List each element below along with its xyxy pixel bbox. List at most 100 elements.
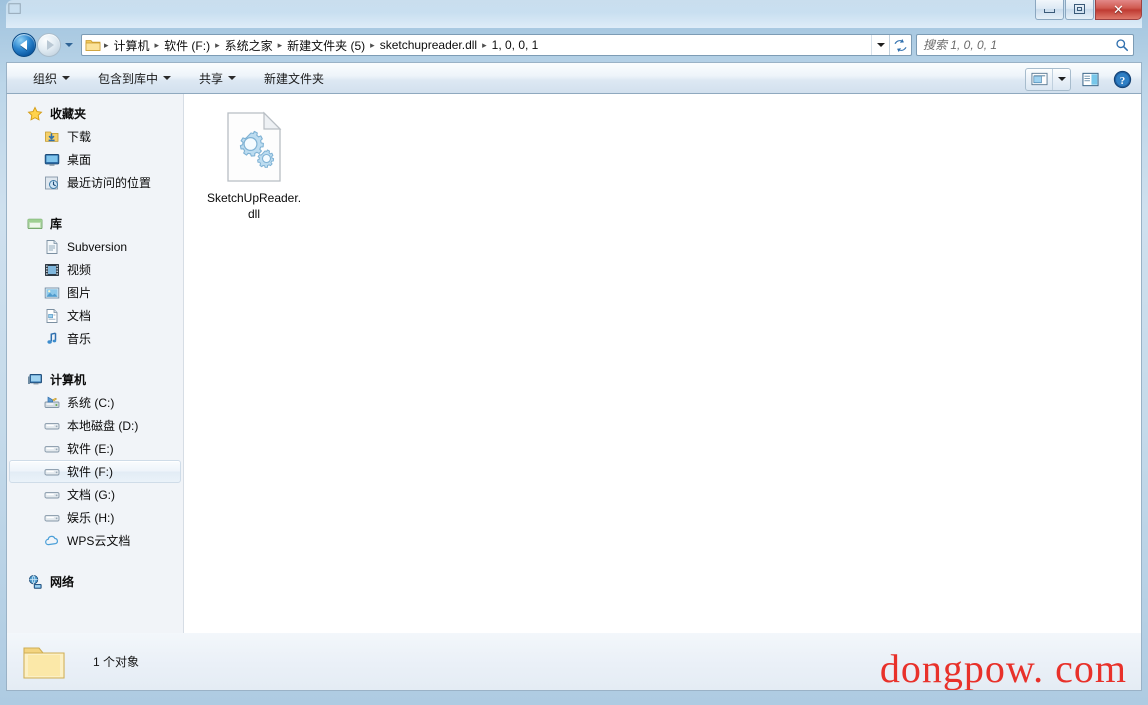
nav-group-computer: 计算机 系统 (C:) 本地磁盘 (D:) 软件 (E:) 软件 (F:) 文档… [7,368,183,552]
nav-group-network: 网络 [7,570,183,593]
share-with-label: 共享 [199,71,224,86]
sidebar-header-favorites[interactable]: 收藏夹 [7,102,183,125]
sidebar-item-label: 音乐 [67,332,92,346]
forward-arrow-icon [46,40,54,50]
include-in-library-label: 包含到库中 [98,71,159,86]
view-dropdown-button[interactable] [1052,68,1070,90]
search-input[interactable] [923,38,1115,52]
minimize-button[interactable] [1035,0,1064,20]
organize-label: 组织 [33,71,58,86]
sidebar-item-pictures[interactable]: 图片 [9,281,181,304]
sidebar-item-drive-f[interactable]: 软件 (F:) [9,460,181,483]
explorer-body: 收藏夹 下载 桌面 最近访问的位置 库 Subversion 视频 图片 文档 … [6,94,1142,633]
dll-file-icon [227,111,282,182]
sidebar-item-videos[interactable]: 视频 [9,258,181,281]
chevron-down-icon [1057,77,1066,81]
preview-pane-icon [1081,72,1099,86]
sidebar-header-libraries[interactable]: 库 [7,212,183,235]
sidebar-item-desktop[interactable]: 桌面 [9,148,181,171]
back-button[interactable] [12,33,36,57]
file-item[interactable]: SketchUpReader.dll [200,108,308,222]
breadcrumb-item-computer[interactable]: 计算机 [111,35,153,55]
sidebar-item-label: 本地磁盘 (D:) [67,419,139,433]
close-button[interactable]: ✕ [1095,0,1142,20]
close-icon: ✕ [1113,1,1124,17]
sidebar-header-network[interactable]: 网络 [7,570,183,593]
sidebar-item-label: 桌面 [67,153,92,167]
preview-pane-button[interactable] [1077,68,1103,91]
organize-button[interactable]: 组织 [25,66,78,91]
sidebar-item-wps-cloud[interactable]: WPS云文档 [9,529,181,552]
sidebar-item-label: 系统 (C:) [67,396,115,410]
search-icon[interactable] [1115,38,1129,52]
window-controls: ✕ [1034,0,1142,20]
breadcrumb-item-sketchupreader[interactable]: sketchupreader.dll [377,36,480,54]
file-name-label: SketchUpReader.dll [206,191,302,221]
back-arrow-icon [19,40,27,50]
new-folder-button[interactable]: 新建文件夹 [256,66,332,91]
share-with-button[interactable]: 共享 [191,66,244,91]
sidebar-item-music[interactable]: 音乐 [9,327,181,350]
music-library-icon [47,331,57,344]
sidebar-header-label: 计算机 [50,373,87,387]
sidebar-item-drive-h[interactable]: 娱乐 (H:) [9,506,181,529]
chevron-down-icon [163,76,172,80]
forward-button[interactable] [37,33,61,57]
sidebar-item-label: 娱乐 (H:) [67,511,115,525]
breadcrumb-separator: ▸ [482,39,487,50]
breadcrumb-item-newfolder5[interactable]: 新建文件夹 (5) [284,35,368,55]
sidebar-item-recent-places[interactable]: 最近访问的位置 [9,171,181,194]
restore-button[interactable] [1065,0,1094,20]
svg-text:?: ? [1119,74,1124,86]
sidebar-item-label: 软件 (F:) [67,465,113,479]
sidebar-header-label: 网络 [50,575,75,589]
folder-icon [85,40,101,51]
address-bar[interactable]: ▸ 计算机 ▸ 软件 (F:) ▸ 系统之家 ▸ 新建文件夹 (5) ▸ ske… [81,34,912,56]
help-button[interactable]: ? [1109,68,1135,91]
include-in-library-button[interactable]: 包含到库中 [90,66,179,91]
navigation-pane[interactable]: 收藏夹 下载 桌面 最近访问的位置 库 Subversion 视频 图片 文档 … [7,94,184,633]
window-system-icon[interactable] [8,2,22,16]
breadcrumb-item-xitongzhijia[interactable]: 系统之家 [222,35,276,55]
folder-icon [23,646,65,679]
sidebar-item-label: 文档 (G:) [67,488,115,502]
sidebar-item-label: 图片 [67,286,92,300]
status-bar: 1 个对象 dongpow. com [6,633,1142,691]
breadcrumb-item-drive-f[interactable]: 软件 (F:) [161,35,213,55]
download-folder-icon [45,131,59,142]
sidebar-item-drive-e[interactable]: 软件 (E:) [9,437,181,460]
command-bar-right: ? [1025,63,1135,95]
navigation-bar: ▸ 计算机 ▸ 软件 (F:) ▸ 系统之家 ▸ 新建文件夹 (5) ▸ ske… [6,28,1142,62]
breadcrumb-separator: ▸ [370,39,375,50]
refresh-button[interactable] [889,35,911,55]
chevron-down-icon [876,43,885,47]
address-dropdown-button[interactable] [871,35,889,55]
file-icon-wrap [222,110,286,184]
sidebar-item-downloads[interactable]: 下载 [9,125,181,148]
sidebar-item-subversion[interactable]: Subversion [9,235,181,258]
change-view-button[interactable] [1026,69,1052,90]
subversion-library-icon [46,239,58,254]
recent-pages-button[interactable] [62,35,76,55]
chevron-down-icon [65,43,73,47]
breadcrumb-item-version[interactable]: 1, 0, 0, 1 [489,36,542,54]
nav-group-libraries: 库 Subversion 视频 图片 文档 音乐 [7,212,183,350]
search-box[interactable] [916,34,1134,56]
sidebar-header-label: 库 [50,217,63,231]
sidebar-header-computer[interactable]: 计算机 [7,368,183,391]
watermark-text: dongpow. com [879,646,1127,691]
sidebar-item-documents[interactable]: 文档 [9,304,181,327]
minimize-icon [1044,9,1055,13]
pictures-library-icon [44,287,60,298]
drive-icon [44,422,60,429]
sidebar-item-drive-g[interactable]: 文档 (G:) [9,483,181,506]
file-list-pane[interactable]: SketchUpReader.dll [184,94,1141,633]
sidebar-item-label: Subversion [67,239,128,254]
sidebar-item-label: 最近访问的位置 [67,176,152,190]
sidebar-item-drive-c[interactable]: 系统 (C:) [9,391,181,414]
sidebar-item-drive-d[interactable]: 本地磁盘 (D:) [9,414,181,437]
drive-icon [44,514,60,521]
recent-places-icon [45,176,58,189]
